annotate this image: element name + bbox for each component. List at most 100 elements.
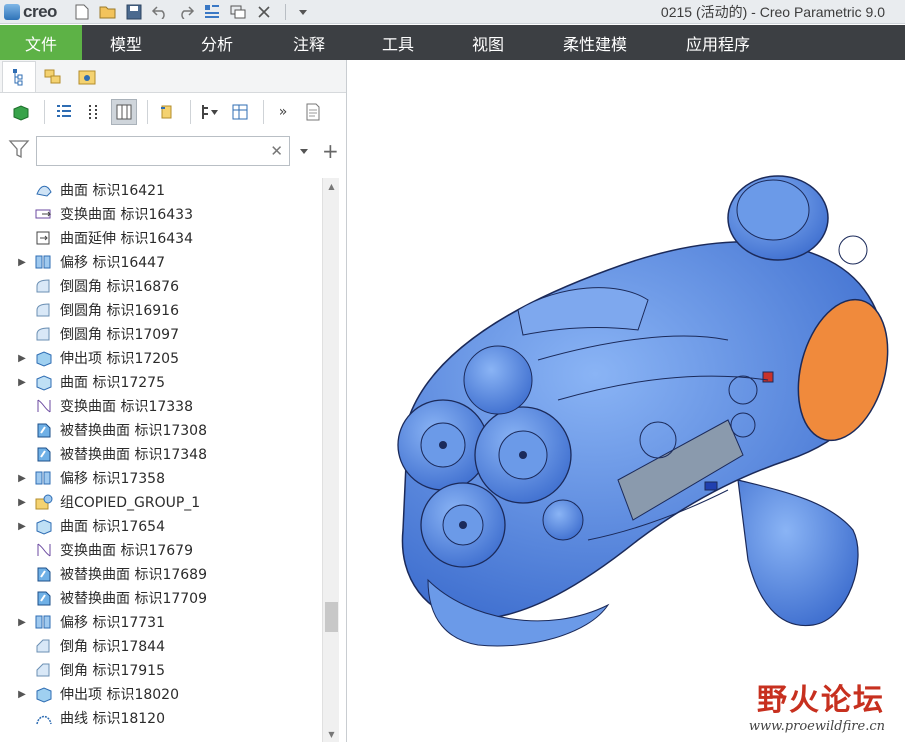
watermark-title: 野火论坛	[757, 683, 885, 718]
round-icon	[34, 277, 54, 295]
tree-item[interactable]: ▶ 偏移 标识17358	[0, 466, 322, 490]
notes-icon[interactable]	[300, 99, 326, 125]
transform-surface-2-icon	[34, 397, 54, 415]
search-dropdown-icon[interactable]	[298, 142, 310, 161]
expand-arrow-icon[interactable]: ▶	[14, 257, 30, 268]
clear-search-icon[interactable]: ✕	[270, 142, 283, 160]
offset-icon	[34, 469, 54, 487]
tree-item[interactable]: ▶ 偏移 标识16447	[0, 250, 322, 274]
tree-item-label: 被替换曲面 标识17308	[60, 423, 207, 439]
tree-item[interactable]: 变换曲面 标识17338	[0, 394, 322, 418]
tree-show-icon[interactable]	[51, 99, 77, 125]
tree-item[interactable]: ▶ 组COPIED_GROUP_1	[0, 490, 322, 514]
tree-columns-icon[interactable]	[111, 99, 137, 125]
tree-item[interactable]: 曲面 标识16421	[0, 178, 322, 202]
layer-tree-icon[interactable]	[36, 61, 70, 92]
expand-arrow-icon[interactable]: ▶	[14, 521, 30, 532]
title-bar: creo 0215 (活动的) - Creo Parametric 9.0	[0, 0, 905, 24]
open-icon[interactable]	[97, 2, 119, 22]
tab-flexible-modeling[interactable]: 柔性建模	[534, 25, 656, 60]
toy-blaster-model[interactable]	[348, 60, 905, 742]
more-chevron-icon[interactable]: »	[270, 99, 296, 125]
tree-item[interactable]: ▶ 曲面 标识17654	[0, 514, 322, 538]
watermark-url: www.proewildfire.cn	[748, 719, 885, 734]
customize-icon[interactable]	[292, 2, 314, 22]
tree-item-label: 组COPIED_GROUP_1	[60, 495, 201, 511]
filter-icon[interactable]	[8, 138, 30, 164]
separator	[147, 100, 148, 124]
tree-item[interactable]: ▶ 伸出项 标识18020	[0, 682, 322, 706]
search-input[interactable]	[37, 137, 257, 165]
replaced-surface-icon	[34, 589, 54, 607]
tab-file[interactable]: 文件	[0, 25, 82, 60]
regenerate-icon[interactable]	[201, 2, 223, 22]
tree-item[interactable]: ▶ 曲面 标识17275	[0, 370, 322, 394]
curve-icon	[34, 709, 54, 727]
tree-item[interactable]: ▶ 偏移 标识17731	[0, 610, 322, 634]
tree-item-label: 变换曲面 标识17338	[60, 399, 193, 415]
graphics-window[interactable]: 野火论坛 www.proewildfire.cn	[348, 60, 905, 742]
surface-solid-icon	[34, 517, 54, 535]
close-icon[interactable]	[253, 2, 275, 22]
tree-item[interactable]: 被替换曲面 标识17308	[0, 418, 322, 442]
tree-item[interactable]: 曲面延伸 标识16434	[0, 226, 322, 250]
transform-surface-2-icon	[34, 541, 54, 559]
tree-item-label: 曲面 标识17654	[60, 519, 165, 535]
undo-icon[interactable]	[149, 2, 171, 22]
tree-columns-setup-icon[interactable]	[227, 99, 253, 125]
tree-item[interactable]: 倒圆角 标识17097	[0, 322, 322, 346]
tree-item[interactable]: 被替换曲面 标识17709	[0, 586, 322, 610]
surface-icon	[34, 181, 54, 199]
highlight-icon[interactable]	[154, 99, 180, 125]
tree-item[interactable]: 倒圆角 标识16916	[0, 298, 322, 322]
scroll-thumb[interactable]	[325, 602, 338, 632]
logo-text: creo	[23, 1, 57, 21]
add-filter-icon[interactable]: +	[322, 141, 339, 161]
tree-item[interactable]: 被替换曲面 标识17348	[0, 442, 322, 466]
tab-view[interactable]: 视图	[442, 25, 534, 60]
scroll-up-icon[interactable]: ▲	[323, 178, 340, 194]
tree-item[interactable]: 倒角 标识17915	[0, 658, 322, 682]
save-icon[interactable]	[123, 2, 145, 22]
window-title: 0215 (活动的) - Creo Parametric 9.0	[660, 4, 885, 20]
creo-logo-icon	[4, 3, 20, 20]
tree-scrollbar[interactable]: ▲ ▼	[322, 178, 339, 742]
tab-applications[interactable]: 应用程序	[656, 25, 780, 60]
tab-model[interactable]: 模型	[82, 25, 170, 60]
expand-arrow-icon[interactable]: ▶	[14, 377, 30, 388]
tree-item[interactable]: 曲线 标识18120	[0, 706, 322, 730]
tab-tools[interactable]: 工具	[354, 25, 442, 60]
tab-annotate[interactable]: 注释	[264, 25, 354, 60]
surface-solid-icon	[34, 373, 54, 391]
tree-item[interactable]: 倒圆角 标识16876	[0, 274, 322, 298]
round-icon	[34, 301, 54, 319]
tree-item[interactable]: 变换曲面 标识16433	[0, 202, 322, 226]
replaced-surface-icon	[34, 421, 54, 439]
tree-item-label: 被替换曲面 标识17709	[60, 591, 207, 607]
tree-item[interactable]: ▶ 伸出项 标识17205	[0, 346, 322, 370]
tree-filter-list-icon[interactable]	[81, 99, 107, 125]
tree-item[interactable]: 变换曲面 标识17679	[0, 538, 322, 562]
search-box: ✕	[36, 136, 290, 166]
separator	[284, 3, 286, 20]
redo-icon[interactable]	[175, 2, 197, 22]
expand-arrow-icon[interactable]: ▶	[14, 353, 30, 364]
scroll-down-icon[interactable]: ▼	[323, 726, 340, 742]
expand-arrow-icon[interactable]: ▶	[14, 497, 30, 508]
model-tree-icon[interactable]	[2, 61, 36, 92]
separator	[44, 100, 45, 124]
expand-arrow-icon[interactable]: ▶	[14, 617, 30, 628]
favorites-icon[interactable]	[70, 61, 104, 92]
tree-item[interactable]: 倒角 标识17844	[0, 634, 322, 658]
navigator-tabs	[0, 60, 346, 93]
windows-icon[interactable]	[227, 2, 249, 22]
expand-arrow-icon[interactable]: ▶	[14, 473, 30, 484]
model-tree: 曲面 标识16421 变换曲面 标识16433 曲面延伸 标识16434 ▶ 偏移 标识…	[0, 178, 322, 742]
tree-item-label: 倒角 标识17915	[60, 663, 165, 679]
tree-settings-icon[interactable]	[197, 99, 223, 125]
tree-item[interactable]: 被替换曲面 标识17689	[0, 562, 322, 586]
expand-arrow-icon[interactable]: ▶	[14, 689, 30, 700]
new-icon[interactable]	[71, 2, 93, 22]
tab-analysis[interactable]: 分析	[170, 25, 264, 60]
part-icon[interactable]	[8, 99, 34, 125]
